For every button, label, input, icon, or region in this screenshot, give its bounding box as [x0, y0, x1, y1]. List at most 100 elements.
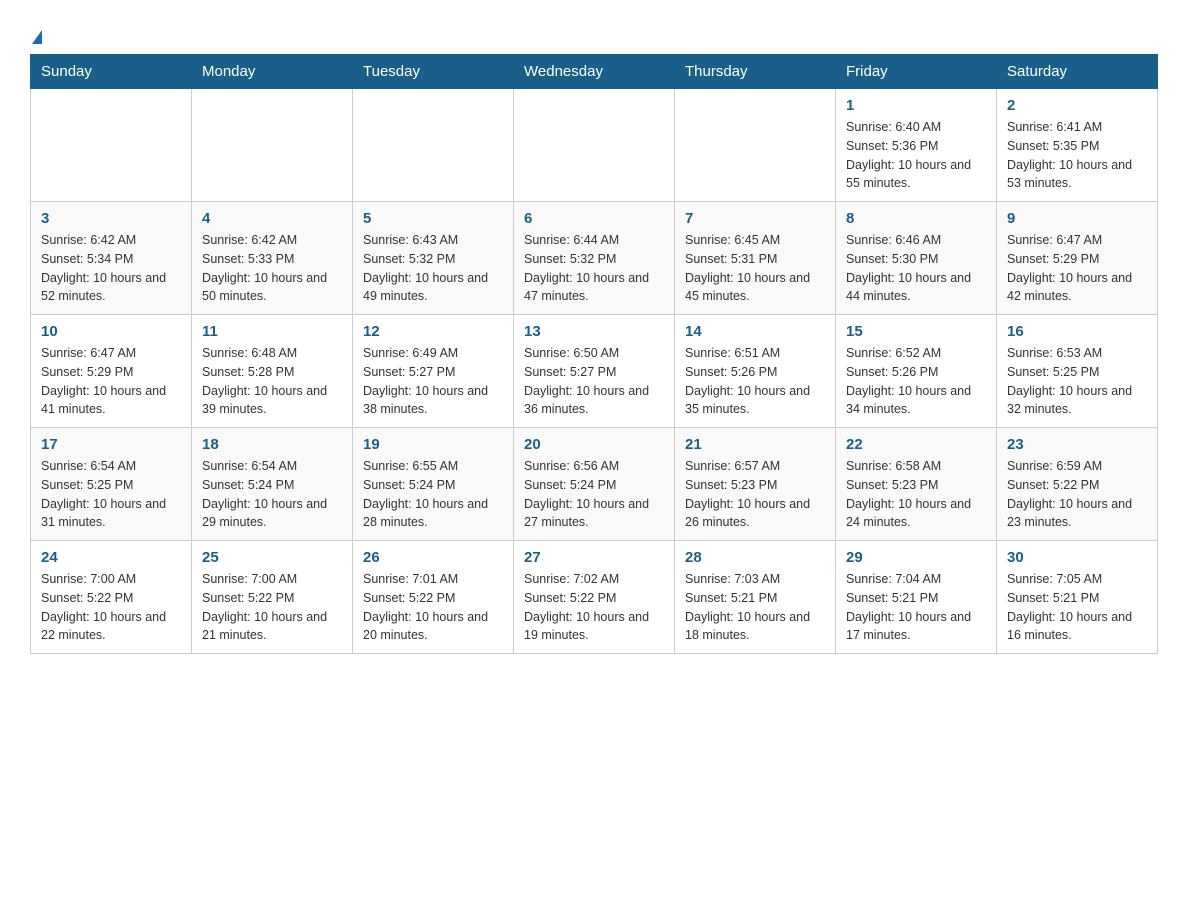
day-number: 12 — [363, 323, 503, 340]
day-info: Sunrise: 6:59 AMSunset: 5:22 PMDaylight:… — [1007, 459, 1132, 529]
calendar-cell: 18 Sunrise: 6:54 AMSunset: 5:24 PMDaylig… — [192, 428, 353, 541]
calendar-cell: 25 Sunrise: 7:00 AMSunset: 5:22 PMDaylig… — [192, 541, 353, 654]
logo — [30, 30, 42, 44]
day-info: Sunrise: 6:45 AMSunset: 5:31 PMDaylight:… — [685, 233, 810, 303]
day-info: Sunrise: 6:42 AMSunset: 5:33 PMDaylight:… — [202, 233, 327, 303]
day-number: 22 — [846, 436, 986, 453]
page-header — [30, 30, 1158, 44]
calendar-cell: 24 Sunrise: 7:00 AMSunset: 5:22 PMDaylig… — [31, 541, 192, 654]
calendar-cell: 17 Sunrise: 6:54 AMSunset: 5:25 PMDaylig… — [31, 428, 192, 541]
day-info: Sunrise: 7:02 AMSunset: 5:22 PMDaylight:… — [524, 572, 649, 642]
day-number: 18 — [202, 436, 342, 453]
calendar-cell: 15 Sunrise: 6:52 AMSunset: 5:26 PMDaylig… — [836, 315, 997, 428]
calendar-week-row: 17 Sunrise: 6:54 AMSunset: 5:25 PMDaylig… — [31, 428, 1158, 541]
calendar-cell: 12 Sunrise: 6:49 AMSunset: 5:27 PMDaylig… — [353, 315, 514, 428]
day-info: Sunrise: 6:44 AMSunset: 5:32 PMDaylight:… — [524, 233, 649, 303]
day-number: 7 — [685, 210, 825, 227]
day-number: 15 — [846, 323, 986, 340]
day-number: 2 — [1007, 97, 1147, 114]
day-info: Sunrise: 6:47 AMSunset: 5:29 PMDaylight:… — [1007, 233, 1132, 303]
calendar-cell: 22 Sunrise: 6:58 AMSunset: 5:23 PMDaylig… — [836, 428, 997, 541]
day-number: 5 — [363, 210, 503, 227]
day-info: Sunrise: 6:48 AMSunset: 5:28 PMDaylight:… — [202, 346, 327, 416]
calendar-cell: 29 Sunrise: 7:04 AMSunset: 5:21 PMDaylig… — [836, 541, 997, 654]
day-number: 29 — [846, 549, 986, 566]
column-header-sunday: Sunday — [31, 55, 192, 89]
calendar-cell: 10 Sunrise: 6:47 AMSunset: 5:29 PMDaylig… — [31, 315, 192, 428]
day-info: Sunrise: 6:41 AMSunset: 5:35 PMDaylight:… — [1007, 120, 1132, 190]
calendar-table: SundayMondayTuesdayWednesdayThursdayFrid… — [30, 54, 1158, 654]
calendar-cell: 9 Sunrise: 6:47 AMSunset: 5:29 PMDayligh… — [997, 202, 1158, 315]
day-number: 19 — [363, 436, 503, 453]
calendar-cell: 28 Sunrise: 7:03 AMSunset: 5:21 PMDaylig… — [675, 541, 836, 654]
calendar-cell: 5 Sunrise: 6:43 AMSunset: 5:32 PMDayligh… — [353, 202, 514, 315]
calendar-cell — [514, 89, 675, 202]
day-info: Sunrise: 7:04 AMSunset: 5:21 PMDaylight:… — [846, 572, 971, 642]
day-number: 21 — [685, 436, 825, 453]
day-info: Sunrise: 7:05 AMSunset: 5:21 PMDaylight:… — [1007, 572, 1132, 642]
calendar-cell: 20 Sunrise: 6:56 AMSunset: 5:24 PMDaylig… — [514, 428, 675, 541]
day-number: 8 — [846, 210, 986, 227]
calendar-cell: 30 Sunrise: 7:05 AMSunset: 5:21 PMDaylig… — [997, 541, 1158, 654]
day-info: Sunrise: 6:43 AMSunset: 5:32 PMDaylight:… — [363, 233, 488, 303]
calendar-cell: 3 Sunrise: 6:42 AMSunset: 5:34 PMDayligh… — [31, 202, 192, 315]
calendar-cell: 14 Sunrise: 6:51 AMSunset: 5:26 PMDaylig… — [675, 315, 836, 428]
calendar-cell — [192, 89, 353, 202]
day-info: Sunrise: 6:56 AMSunset: 5:24 PMDaylight:… — [524, 459, 649, 529]
day-info: Sunrise: 6:51 AMSunset: 5:26 PMDaylight:… — [685, 346, 810, 416]
calendar-cell: 8 Sunrise: 6:46 AMSunset: 5:30 PMDayligh… — [836, 202, 997, 315]
calendar-cell: 7 Sunrise: 6:45 AMSunset: 5:31 PMDayligh… — [675, 202, 836, 315]
logo-triangle-icon — [32, 30, 42, 44]
column-header-friday: Friday — [836, 55, 997, 89]
day-info: Sunrise: 6:54 AMSunset: 5:24 PMDaylight:… — [202, 459, 327, 529]
calendar-cell: 2 Sunrise: 6:41 AMSunset: 5:35 PMDayligh… — [997, 89, 1158, 202]
day-number: 1 — [846, 97, 986, 114]
calendar-cell: 23 Sunrise: 6:59 AMSunset: 5:22 PMDaylig… — [997, 428, 1158, 541]
day-info: Sunrise: 6:47 AMSunset: 5:29 PMDaylight:… — [41, 346, 166, 416]
day-number: 9 — [1007, 210, 1147, 227]
day-info: Sunrise: 6:52 AMSunset: 5:26 PMDaylight:… — [846, 346, 971, 416]
day-number: 10 — [41, 323, 181, 340]
day-info: Sunrise: 6:57 AMSunset: 5:23 PMDaylight:… — [685, 459, 810, 529]
calendar-cell: 13 Sunrise: 6:50 AMSunset: 5:27 PMDaylig… — [514, 315, 675, 428]
calendar-cell: 11 Sunrise: 6:48 AMSunset: 5:28 PMDaylig… — [192, 315, 353, 428]
day-info: Sunrise: 6:46 AMSunset: 5:30 PMDaylight:… — [846, 233, 971, 303]
calendar-week-row: 1 Sunrise: 6:40 AMSunset: 5:36 PMDayligh… — [31, 89, 1158, 202]
day-info: Sunrise: 7:01 AMSunset: 5:22 PMDaylight:… — [363, 572, 488, 642]
day-number: 23 — [1007, 436, 1147, 453]
day-number: 20 — [524, 436, 664, 453]
day-number: 26 — [363, 549, 503, 566]
day-info: Sunrise: 6:50 AMSunset: 5:27 PMDaylight:… — [524, 346, 649, 416]
calendar-cell: 21 Sunrise: 6:57 AMSunset: 5:23 PMDaylig… — [675, 428, 836, 541]
day-number: 17 — [41, 436, 181, 453]
calendar-cell: 19 Sunrise: 6:55 AMSunset: 5:24 PMDaylig… — [353, 428, 514, 541]
calendar-week-row: 24 Sunrise: 7:00 AMSunset: 5:22 PMDaylig… — [31, 541, 1158, 654]
day-number: 3 — [41, 210, 181, 227]
day-number: 24 — [41, 549, 181, 566]
day-number: 30 — [1007, 549, 1147, 566]
calendar-cell — [675, 89, 836, 202]
day-info: Sunrise: 6:58 AMSunset: 5:23 PMDaylight:… — [846, 459, 971, 529]
calendar-cell: 16 Sunrise: 6:53 AMSunset: 5:25 PMDaylig… — [997, 315, 1158, 428]
column-header-tuesday: Tuesday — [353, 55, 514, 89]
day-number: 25 — [202, 549, 342, 566]
calendar-week-row: 3 Sunrise: 6:42 AMSunset: 5:34 PMDayligh… — [31, 202, 1158, 315]
calendar-cell: 4 Sunrise: 6:42 AMSunset: 5:33 PMDayligh… — [192, 202, 353, 315]
day-number: 11 — [202, 323, 342, 340]
day-info: Sunrise: 7:00 AMSunset: 5:22 PMDaylight:… — [202, 572, 327, 642]
day-number: 16 — [1007, 323, 1147, 340]
calendar-cell: 26 Sunrise: 7:01 AMSunset: 5:22 PMDaylig… — [353, 541, 514, 654]
calendar-header-row: SundayMondayTuesdayWednesdayThursdayFrid… — [31, 55, 1158, 89]
day-number: 28 — [685, 549, 825, 566]
column-header-wednesday: Wednesday — [514, 55, 675, 89]
day-number: 6 — [524, 210, 664, 227]
day-info: Sunrise: 6:40 AMSunset: 5:36 PMDaylight:… — [846, 120, 971, 190]
day-info: Sunrise: 6:42 AMSunset: 5:34 PMDaylight:… — [41, 233, 166, 303]
day-number: 14 — [685, 323, 825, 340]
day-info: Sunrise: 6:49 AMSunset: 5:27 PMDaylight:… — [363, 346, 488, 416]
day-number: 27 — [524, 549, 664, 566]
calendar-cell: 1 Sunrise: 6:40 AMSunset: 5:36 PMDayligh… — [836, 89, 997, 202]
column-header-thursday: Thursday — [675, 55, 836, 89]
day-info: Sunrise: 6:54 AMSunset: 5:25 PMDaylight:… — [41, 459, 166, 529]
day-info: Sunrise: 6:53 AMSunset: 5:25 PMDaylight:… — [1007, 346, 1132, 416]
